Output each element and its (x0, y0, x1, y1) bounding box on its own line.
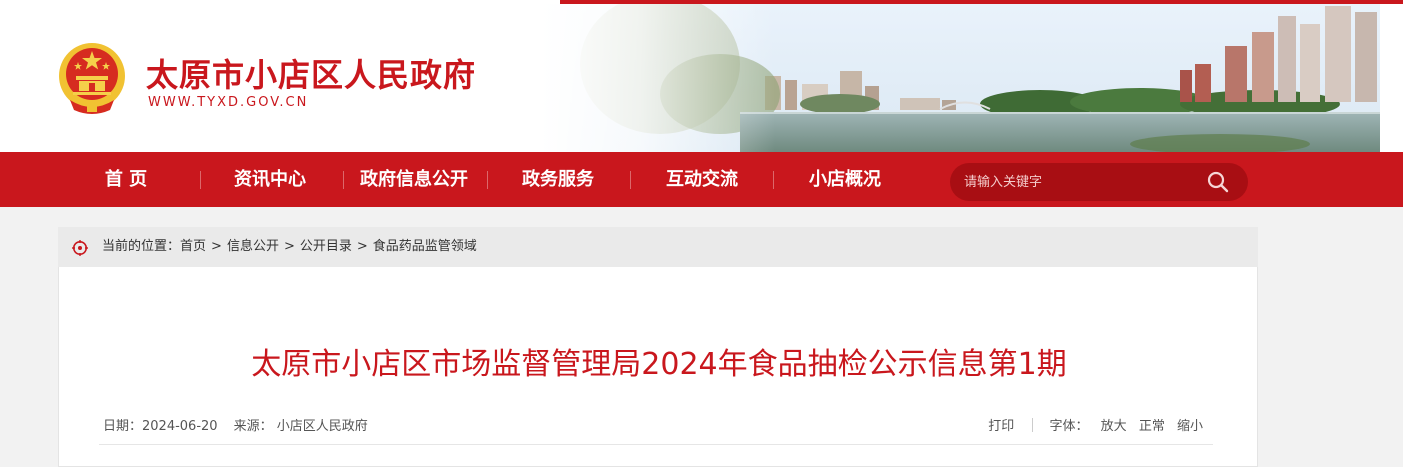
nav-item-district-overview[interactable]: 小店概况 (785, 152, 905, 207)
tools-divider (1032, 418, 1034, 432)
breadcrumb-separator: > (356, 239, 368, 254)
article-date: 2024-06-20 (142, 419, 218, 434)
site-header: 太原市小店区人民政府 WWW.TYXD.GOV.CN (0, 0, 1403, 152)
nav-divider (773, 171, 774, 189)
header-banner-image (540, 4, 1380, 152)
breadcrumb-item-food-drug[interactable]: 食品药品监管领域 (373, 227, 477, 267)
article-source: 小店区人民政府 (276, 419, 368, 434)
breadcrumb-separator: > (211, 239, 222, 254)
nav-divider (200, 171, 201, 189)
breadcrumb-prefix: 当前的位置： (102, 239, 181, 254)
breadcrumb: 当前的位置：首页 > 信息公开 > 公开目录 > 食品药品监管领域 (102, 227, 477, 267)
national-emblem-logo (56, 40, 128, 116)
article-tools: 打印 字体： 放大 正常 缩小 (988, 415, 1203, 434)
search-input[interactable] (950, 163, 1200, 201)
nav-item-info-disclosure[interactable]: 政府信息公开 (344, 152, 484, 207)
source-label: 来源： (233, 419, 273, 434)
date-label: 日期： (103, 419, 143, 434)
breadcrumb-bar: 当前的位置：首页 > 信息公开 > 公开目录 > 食品药品监管领域 (58, 227, 1258, 267)
article-meta: 日期：2024-06-20 来源： 小店区人民政府 (103, 415, 368, 434)
site-title[interactable]: 太原市小店区人民政府 (146, 50, 476, 96)
breadcrumb-item-catalog[interactable]: 公开目录 (300, 227, 352, 267)
article-card: 太原市小店区市场监督管理局2024年食品抽检公示信息第1期 日期：2024-06… (58, 267, 1258, 467)
site-url: WWW.TYXD.GOV.CN (148, 95, 309, 110)
font-large-button[interactable]: 放大 (1101, 419, 1127, 434)
location-icon (72, 240, 88, 256)
print-button[interactable]: 打印 (988, 419, 1014, 434)
article-title: 太原市小店区市场监督管理局2024年食品抽检公示信息第1期 (251, 347, 1067, 382)
nav-divider (487, 171, 488, 189)
nav-item-home[interactable]: 首 页 (66, 152, 186, 207)
font-size-label: 字体： (1049, 419, 1089, 434)
font-small-button[interactable]: 缩小 (1177, 419, 1203, 434)
nav-divider (630, 171, 631, 189)
meta-divider (99, 444, 1213, 445)
breadcrumb-item-info-public[interactable]: 信息公开 (227, 227, 279, 267)
nav-item-interaction[interactable]: 互动交流 (642, 152, 762, 207)
main-nav: 首 页 资讯中心 政府信息公开 政务服务 互动交流 小店概况 (0, 152, 1403, 207)
breadcrumb-separator: > (283, 239, 295, 254)
font-normal-button[interactable]: 正常 (1139, 419, 1165, 434)
search-box (950, 163, 1248, 201)
breadcrumb-item-home[interactable]: 首页 (180, 227, 206, 267)
nav-item-news[interactable]: 资讯中心 (210, 152, 330, 207)
nav-item-gov-services[interactable]: 政务服务 (498, 152, 618, 207)
search-icon[interactable] (1206, 170, 1230, 194)
